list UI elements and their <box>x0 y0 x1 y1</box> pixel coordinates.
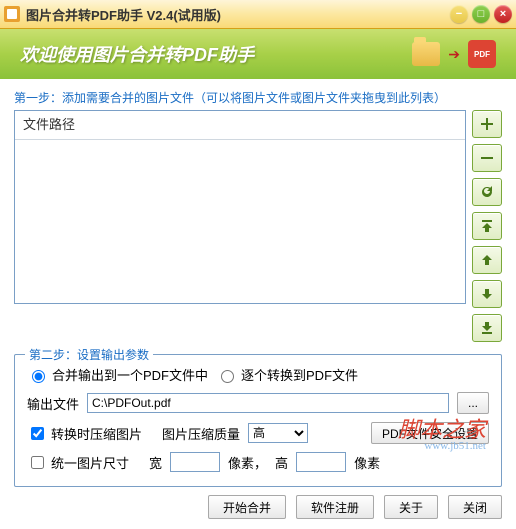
output-mode-multi[interactable]: 逐个转换到PDF文件 <box>216 365 358 384</box>
compress-checkbox[interactable] <box>31 427 44 440</box>
arrow-right-icon: ➔ <box>448 46 460 63</box>
refresh-button[interactable] <box>472 178 502 206</box>
file-list-header: 文件路径 <box>15 111 465 140</box>
browse-button[interactable]: ... <box>457 392 489 414</box>
move-down-button[interactable] <box>472 280 502 308</box>
unify-size-label[interactable]: 统一图片尺寸 <box>27 453 129 472</box>
close-button[interactable]: 关闭 <box>448 495 502 519</box>
close-window-button[interactable]: × <box>494 5 512 23</box>
px-label-2: 像素 <box>354 453 380 472</box>
move-up-button[interactable] <box>472 246 502 274</box>
step1-label: 第一步：添加需要合并的图片文件（可以将图片文件或图片文件夹拖曳到此列表） <box>14 89 502 106</box>
move-top-button[interactable] <box>472 212 502 240</box>
file-list[interactable]: 文件路径 <box>14 110 466 304</box>
folder-icon <box>412 42 440 66</box>
quality-label: 图片压缩质量 <box>162 424 240 443</box>
step2-legend: 第二步：设置输出参数 <box>25 346 153 363</box>
remove-button[interactable] <box>472 144 502 172</box>
pdf-icon: PDF <box>468 40 496 68</box>
banner: 欢迎使用图片合并转PDF助手 ➔ PDF <box>0 29 516 79</box>
width-label: 宽 <box>149 453 162 472</box>
maximize-button[interactable]: □ <box>472 5 490 23</box>
titlebar: 图片合并转PDF助手 V2.4(试用版) − □ × <box>0 0 516 29</box>
unify-size-checkbox[interactable] <box>31 456 44 469</box>
output-file-label: 输出文件 <box>27 394 79 413</box>
step2-panel: 第二步：设置输出参数 合并输出到一个PDF文件中 逐个转换到PDF文件 输出文件… <box>14 354 502 487</box>
output-mode-single-radio[interactable] <box>32 370 45 383</box>
about-button[interactable]: 关于 <box>384 495 438 519</box>
banner-icons: ➔ PDF <box>412 40 496 68</box>
start-merge-button[interactable]: 开始合并 <box>208 495 286 519</box>
compress-checkbox-label[interactable]: 转换时压缩图片 <box>27 424 142 443</box>
width-input[interactable] <box>170 452 220 472</box>
file-list-toolbar <box>472 110 502 342</box>
main-area: 第一步：添加需要合并的图片文件（可以将图片文件或图片文件夹拖曳到此列表） 文件路… <box>0 79 516 529</box>
window-title: 图片合并转PDF助手 V2.4(试用版) <box>26 5 446 24</box>
minimize-button[interactable]: − <box>450 5 468 23</box>
bottom-toolbar: 开始合并 软件注册 关于 关闭 <box>14 495 502 519</box>
height-input[interactable] <box>296 452 346 472</box>
register-button[interactable]: 软件注册 <box>296 495 374 519</box>
output-mode-single[interactable]: 合并输出到一个PDF文件中 <box>27 365 208 384</box>
output-file-input[interactable] <box>87 393 449 413</box>
height-label: 高 <box>275 453 288 472</box>
banner-welcome: 欢迎使用图片合并转PDF助手 <box>20 41 254 67</box>
px-label-1: 像素， <box>228 453 267 472</box>
move-bottom-button[interactable] <box>472 314 502 342</box>
output-mode-multi-radio[interactable] <box>221 370 234 383</box>
pdf-security-button[interactable]: PDF文件安全设置 <box>371 422 489 444</box>
quality-select[interactable]: 高 <box>248 423 308 443</box>
app-icon <box>4 6 20 22</box>
add-button[interactable] <box>472 110 502 138</box>
